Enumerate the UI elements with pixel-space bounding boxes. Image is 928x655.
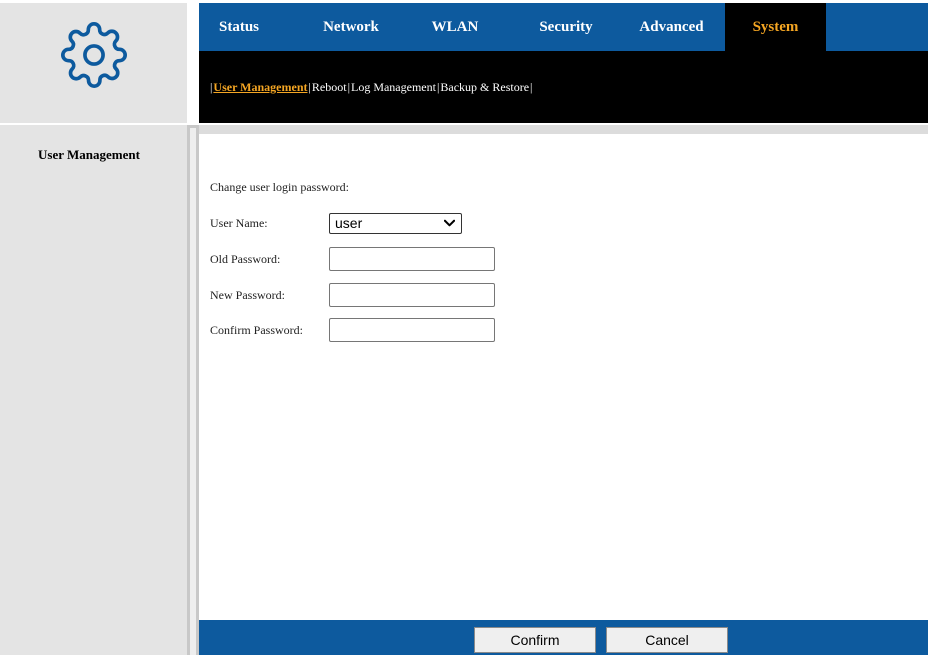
- new-password-label: New Password:: [210, 288, 285, 302]
- gear-icon: [60, 22, 127, 88]
- panel-divider-inner: [190, 128, 196, 655]
- subnav-reboot[interactable]: Reboot: [312, 80, 347, 94]
- old-password-label: Old Password:: [210, 252, 281, 266]
- chevron-down-icon: [444, 219, 455, 227]
- user-name-label: User Name:: [210, 216, 268, 230]
- tab-network[interactable]: Network: [306, 3, 396, 51]
- confirm-password-input[interactable]: [329, 318, 495, 342]
- logo-panel: [0, 3, 187, 123]
- tab-system[interactable]: System: [725, 3, 826, 51]
- tab-advanced[interactable]: Advanced: [624, 3, 719, 51]
- sub-nav: |User Management|Reboot|Log Management|B…: [199, 51, 928, 123]
- tab-wlan[interactable]: WLAN: [415, 3, 495, 51]
- form-heading: Change user login password:: [210, 180, 349, 194]
- confirm-button[interactable]: Confirm: [474, 627, 596, 653]
- user-name-select-value: user: [335, 215, 363, 231]
- confirm-password-label: Confirm Password:: [210, 323, 303, 337]
- subnav-separator: |: [530, 80, 533, 94]
- top-nav: Status Network WLAN Security Advanced Sy…: [199, 3, 928, 51]
- footer-left-panel: [0, 620, 187, 655]
- user-name-select[interactable]: user: [329, 213, 462, 234]
- tab-status[interactable]: Status: [199, 3, 279, 51]
- main-content: [199, 125, 928, 620]
- subnav-log-management[interactable]: Log Management: [351, 80, 436, 94]
- sidebar: User Management: [0, 125, 187, 620]
- old-password-input[interactable]: [329, 247, 495, 271]
- cancel-button[interactable]: Cancel: [606, 627, 728, 653]
- sidebar-item-user-management[interactable]: User Management: [38, 147, 140, 163]
- subnav-user-management[interactable]: User Management: [213, 80, 307, 94]
- subnav-backup-restore[interactable]: Backup & Restore: [440, 80, 529, 94]
- tab-security[interactable]: Security: [521, 3, 611, 51]
- new-password-input[interactable]: [329, 283, 495, 307]
